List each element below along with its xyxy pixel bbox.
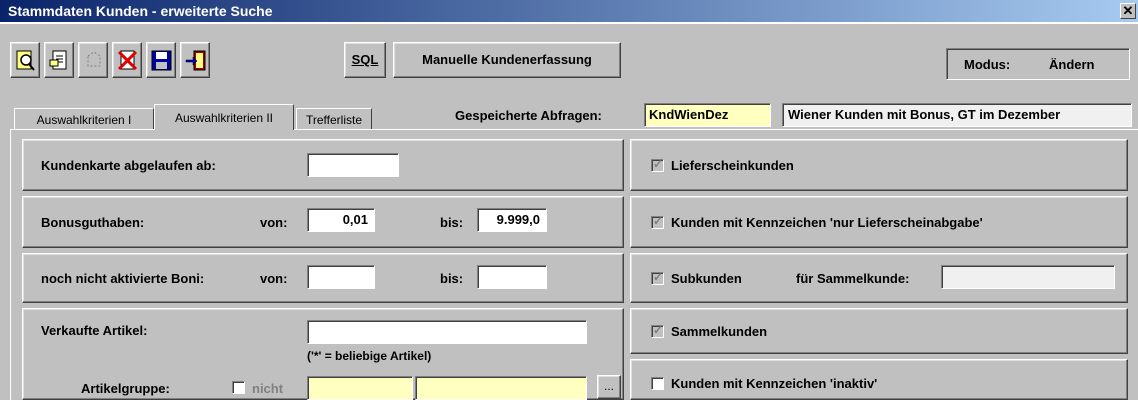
artikelgruppe-from-input[interactable] xyxy=(307,376,413,400)
bonus-von-value: 0,01 xyxy=(342,212,368,227)
tab-label: Trefferliste xyxy=(305,113,362,127)
nur-lieferschein-panel: Kunden mit Kennzeichen 'nur Lieferschein… xyxy=(630,196,1128,248)
manual-entry-button[interactable]: Manuelle Kundenerfassung xyxy=(393,42,621,78)
lieferschein-label: Lieferscheinkunden xyxy=(671,158,794,173)
saved-queries-label: Gespeicherte Abfragen: xyxy=(455,108,602,123)
kundenkarte-input[interactable] xyxy=(307,153,399,177)
artikel-hint: ('*' = beliebige Artikel) xyxy=(307,349,432,363)
subkunden-checkbox[interactable] xyxy=(651,270,664,285)
bonus-panel: Bonusguthaben: von: 0,01 bis: 9.999,0 xyxy=(22,196,624,248)
inaktiv-panel: Kunden mit Kennzeichen 'inaktiv' xyxy=(630,359,1128,400)
bonus-bis-label: bis: xyxy=(440,215,464,230)
undo-button[interactable] xyxy=(78,42,108,78)
saved-query-code: KndWienDez xyxy=(649,107,729,122)
lieferschein-checkbox[interactable] xyxy=(651,157,664,172)
nicht-checkbox[interactable] xyxy=(232,381,245,394)
tab-trefferliste[interactable]: Trefferliste xyxy=(296,108,372,130)
nur-lieferschein-checkbox[interactable] xyxy=(651,214,664,229)
sammelkunden-panel: Sammelkunden xyxy=(630,308,1128,354)
artikelgruppe-to-input[interactable] xyxy=(415,376,587,400)
boni-label: noch nicht aktivierte Boni: xyxy=(41,271,205,286)
boni-von-input[interactable] xyxy=(307,265,375,289)
artikel-input[interactable] xyxy=(307,320,587,344)
kundenkarte-panel: Kundenkarte abgelaufen ab: xyxy=(22,139,624,191)
search-icon xyxy=(16,50,35,71)
exit-button[interactable] xyxy=(180,42,210,78)
bonus-von-input[interactable]: 0,01 xyxy=(307,208,375,232)
inaktiv-label: Kunden mit Kennzeichen 'inaktiv' xyxy=(671,376,878,391)
bonus-label: Bonusguthaben: xyxy=(41,215,145,230)
lieferschein-panel: Lieferscheinkunden xyxy=(630,139,1128,191)
tab-auswahlkriterien-1[interactable]: Auswahlkriterien I xyxy=(14,108,154,130)
toolbar-separator xyxy=(0,22,1138,24)
save-icon xyxy=(151,50,172,71)
close-icon: ✕ xyxy=(1122,3,1134,18)
saved-query-description-field: Wiener Kunden mit Bonus, GT im Dezember xyxy=(782,103,1132,127)
artikel-panel: Verkaufte Artikel: ('*' = beliebige Arti… xyxy=(22,308,624,400)
saved-query-description: Wiener Kunden mit Bonus, GT im Dezember xyxy=(788,107,1061,122)
nicht-label: nicht xyxy=(252,381,284,396)
sammelkunde-field-label: für Sammelkunde: xyxy=(796,271,910,286)
bonus-bis-value: 9.999,0 xyxy=(496,212,540,227)
bonus-bis-input[interactable]: 9.999,0 xyxy=(477,208,547,232)
undo-icon xyxy=(87,51,101,67)
document-button[interactable] xyxy=(44,42,74,78)
sql-button-label: SQL xyxy=(351,52,379,67)
tab-label: Auswahlkriterien II xyxy=(174,111,274,125)
document-icon xyxy=(49,50,67,70)
sql-button[interactable]: SQL xyxy=(344,42,386,78)
ellipsis-label: ... xyxy=(603,379,614,393)
kundenkarte-label: Kundenkarte abgelaufen ab: xyxy=(41,158,216,173)
modus-panel: Modus: Ändern xyxy=(946,48,1130,80)
boni-panel: noch nicht aktivierte Boni: von: bis: xyxy=(22,253,624,303)
close-button[interactable]: ✕ xyxy=(1120,3,1136,19)
boni-bis-input[interactable] xyxy=(477,265,547,289)
modus-label: Modus: xyxy=(964,57,1011,72)
window-title: Stammdaten Kunden - erweiterte Suche xyxy=(8,3,273,19)
sammelkunden-label: Sammelkunden xyxy=(671,324,768,339)
tab-label: Auswahlkriterien I xyxy=(36,113,132,127)
nur-lieferschein-label: Kunden mit Kennzeichen 'nur Lieferschein… xyxy=(671,215,983,230)
inaktiv-checkbox[interactable] xyxy=(651,377,664,390)
delete-button[interactable] xyxy=(112,42,142,78)
artikelgruppe-browse-button[interactable]: ... xyxy=(597,375,621,399)
delete-icon xyxy=(117,50,138,71)
saved-query-code-field[interactable]: KndWienDez xyxy=(644,103,771,127)
tab-auswahlkriterien-2[interactable]: Auswahlkriterien II xyxy=(154,104,294,130)
subkunden-label: Subkunden xyxy=(671,271,742,286)
artikelgruppe-label: Artikelgruppe: xyxy=(81,381,170,396)
subkunden-panel: Subkunden für Sammelkunde: xyxy=(630,253,1128,303)
modus-value: Ändern xyxy=(1049,57,1095,72)
sammelkunde-input xyxy=(941,265,1115,289)
boni-von-label: von: xyxy=(260,271,288,286)
search-button[interactable] xyxy=(10,42,40,78)
exit-door-icon xyxy=(185,50,206,71)
window-title-bar: Stammdaten Kunden - erweiterte Suche xyxy=(0,0,1138,22)
boni-bis-label: bis: xyxy=(440,271,464,286)
bonus-von-label: von: xyxy=(260,215,288,230)
manual-entry-label: Manuelle Kundenerfassung xyxy=(422,52,592,67)
sammelkunden-checkbox[interactable] xyxy=(651,323,664,338)
save-button[interactable] xyxy=(146,42,176,78)
artikel-label: Verkaufte Artikel: xyxy=(41,323,148,338)
